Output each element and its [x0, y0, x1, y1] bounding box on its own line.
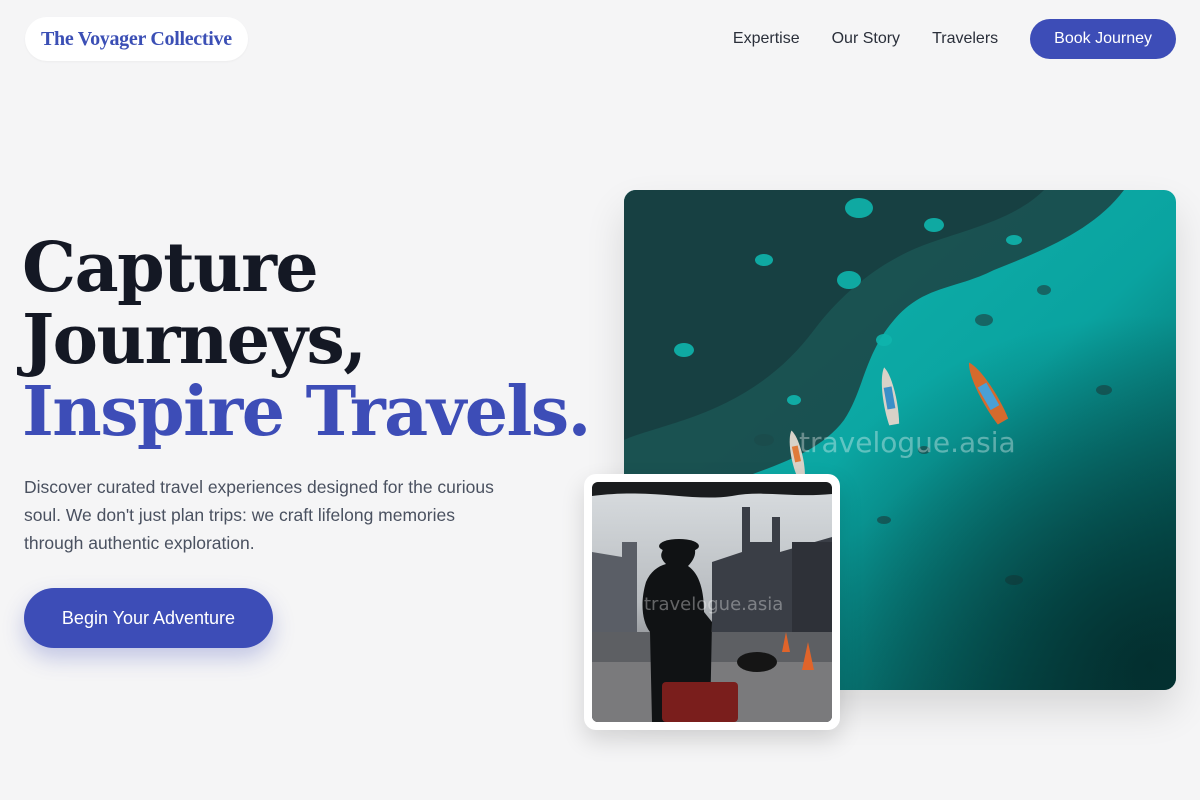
- logo-text: The Voyager Collective: [41, 27, 232, 50]
- traveler-photo: travelogue.asia: [592, 482, 832, 722]
- nav-our-story[interactable]: Our Story: [832, 30, 900, 48]
- headline-line-3: Inspire Travels.: [22, 372, 591, 452]
- headline-line-1: Capture: [22, 228, 319, 308]
- hero-subcopy: Discover curated travel experiences desi…: [24, 477, 494, 553]
- traveler-photo-frame: travelogue.asia: [584, 474, 840, 730]
- begin-adventure-button[interactable]: Begin Your Adventure: [24, 588, 273, 648]
- main-watermark: travelogue.asia: [799, 426, 1016, 459]
- main-nav: Expertise Our Story Travelers Book Journ…: [733, 19, 1176, 59]
- logo[interactable]: The Voyager Collective: [25, 17, 248, 61]
- nav-expertise[interactable]: Expertise: [733, 30, 800, 48]
- headline-line-2: Journeys,: [22, 300, 367, 380]
- nav-travelers[interactable]: Travelers: [932, 30, 998, 48]
- book-journey-button[interactable]: Book Journey: [1030, 19, 1176, 59]
- inset-watermark: travelogue.asia: [644, 594, 783, 615]
- hero-headline: Capture Journeys, Inspire Travels.: [22, 228, 591, 452]
